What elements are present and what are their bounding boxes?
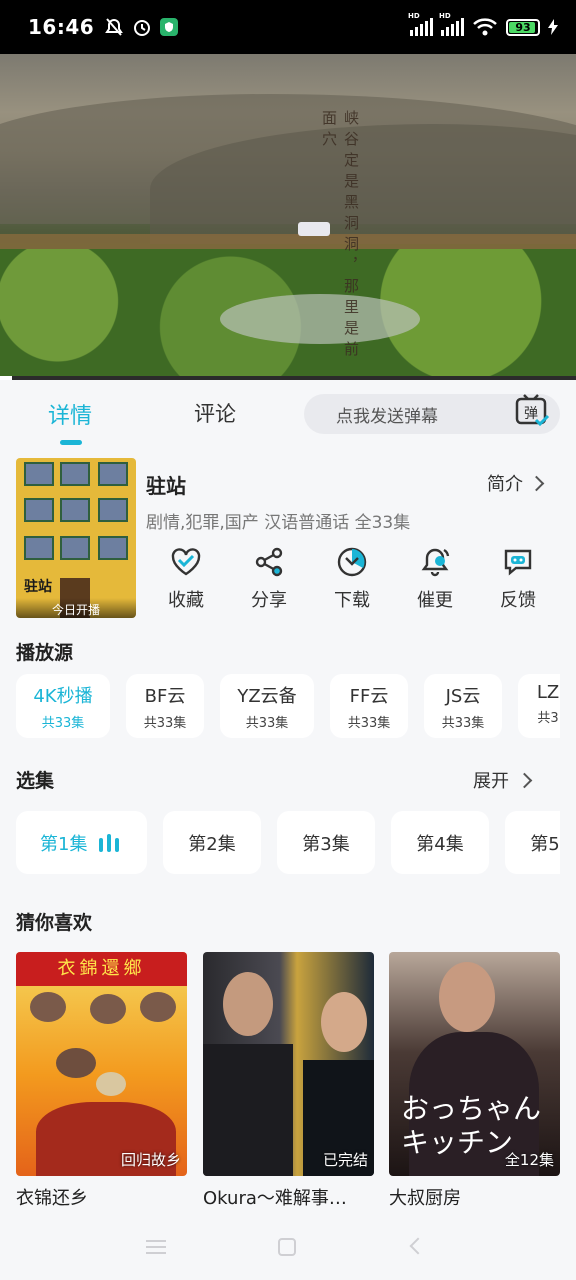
bell-icon <box>421 548 450 577</box>
feedback-button[interactable]: 反馈 <box>478 546 558 612</box>
sources-title: 播放源 <box>16 642 74 664</box>
shield-icon <box>160 18 179 36</box>
home-icon[interactable] <box>278 1238 296 1256</box>
recommend-title: 猜你喜欢 <box>16 912 93 934</box>
source-item-4k[interactable]: 4K秒播 共33集 <box>16 674 110 738</box>
danmu-input[interactable]: 点我发送弹幕 弹 <box>304 394 560 434</box>
expand-episodes-button[interactable]: 展开 <box>473 767 533 793</box>
recommend-item-3[interactable]: おっちゃん キッチン 全12集 大叔厨房 <box>389 952 560 1210</box>
source-item-bf[interactable]: BF云 共33集 <box>126 674 204 738</box>
episode-item-4[interactable]: 第4集 <box>391 811 489 874</box>
status-time: 16:46 <box>28 15 95 39</box>
remind-update-button[interactable]: 催更 <box>395 546 475 612</box>
show-meta: 剧情,犯罪,国产 汉语普通话 全33集 <box>146 513 411 533</box>
feedback-icon <box>504 549 532 576</box>
detail-tabs: 详情 评论 点我发送弹幕 弹 <box>0 380 576 450</box>
video-player[interactable]: 峡谷定是黑洞洞，那里是前面穴 <box>0 54 576 378</box>
share-button[interactable]: 分享 <box>229 546 309 612</box>
mute-bell-icon <box>105 18 124 36</box>
svg-text:弹: 弹 <box>524 406 538 422</box>
back-icon[interactable] <box>409 1237 427 1255</box>
recommend-cover-1: 衣錦還鄉 回归故乡 <box>16 952 187 1176</box>
battery-indicator: 93 <box>506 18 540 36</box>
playing-indicator-icon <box>99 833 120 852</box>
share-icon <box>255 547 283 577</box>
episode-list: 第1集 第2集 第3集 第4集 第5 <box>16 811 560 874</box>
recommend-cover-3: おっちゃん キッチン 全12集 <box>389 952 560 1176</box>
source-list: 4K秒播 共33集 BF云 共33集 YZ云备 共33集 FF云 共33集 JS… <box>16 674 560 738</box>
charging-icon <box>548 19 558 35</box>
source-item-js[interactable]: JS云 共33集 <box>424 674 502 738</box>
danmu-toggle-icon[interactable]: 弹 <box>514 392 550 428</box>
poster-logo: 驻站 <box>24 579 52 595</box>
recommend-cover-2: 已完结 <box>203 952 374 1176</box>
source-item-yz[interactable]: YZ云备 共33集 <box>220 674 314 738</box>
source-item-ff[interactable]: FF云 共33集 <box>330 674 408 738</box>
tab-details[interactable]: 详情 <box>48 398 92 430</box>
status-bar: 16:46 HD HD 93 <box>0 0 576 54</box>
menu-icon[interactable] <box>146 1240 166 1254</box>
signal-icon-2: HD <box>439 12 464 36</box>
episode-item-5[interactable]: 第5 <box>505 811 560 874</box>
poster-badge: 今日开播 <box>16 598 136 618</box>
tab-comments[interactable]: 评论 <box>194 398 236 428</box>
system-nav-bar <box>0 1214 576 1280</box>
download-icon <box>337 547 367 577</box>
favorite-button[interactable]: 收藏 <box>146 546 226 612</box>
source-item-lz[interactable]: LZ 共3 <box>518 674 560 738</box>
video-overlay-text: 峡谷定是黑洞洞，那里是前面穴 <box>320 110 360 362</box>
recommend-item-1[interactable]: 衣錦還鄉 回归故乡 衣锦还乡 <box>16 952 187 1210</box>
chevron-right-icon <box>528 475 545 491</box>
show-title: 驻站 <box>146 474 186 498</box>
episode-item-2[interactable]: 第2集 <box>163 811 261 874</box>
download-button[interactable]: 下载 <box>312 546 392 612</box>
wifi-icon <box>473 18 497 36</box>
action-bar: 收藏 分享 下载 催更 反馈 <box>146 546 566 618</box>
intro-link[interactable]: 简介 <box>487 470 545 496</box>
episodes-title: 选集 <box>16 770 55 792</box>
episode-item-1[interactable]: 第1集 <box>16 811 147 874</box>
recommend-item-2[interactable]: 已完结 Okura～难解事… <box>203 952 374 1210</box>
episode-item-3[interactable]: 第3集 <box>277 811 375 874</box>
show-poster[interactable]: 驻站 今日开播 <box>16 458 136 618</box>
alarm-icon <box>134 20 151 36</box>
signal-icon: HD <box>408 12 433 36</box>
danmu-placeholder: 点我发送弹幕 <box>336 406 438 427</box>
tab-active-indicator <box>60 440 82 445</box>
heart-icon <box>171 548 201 576</box>
intro-label: 简介 <box>487 474 523 495</box>
chevron-right-icon <box>516 772 533 788</box>
